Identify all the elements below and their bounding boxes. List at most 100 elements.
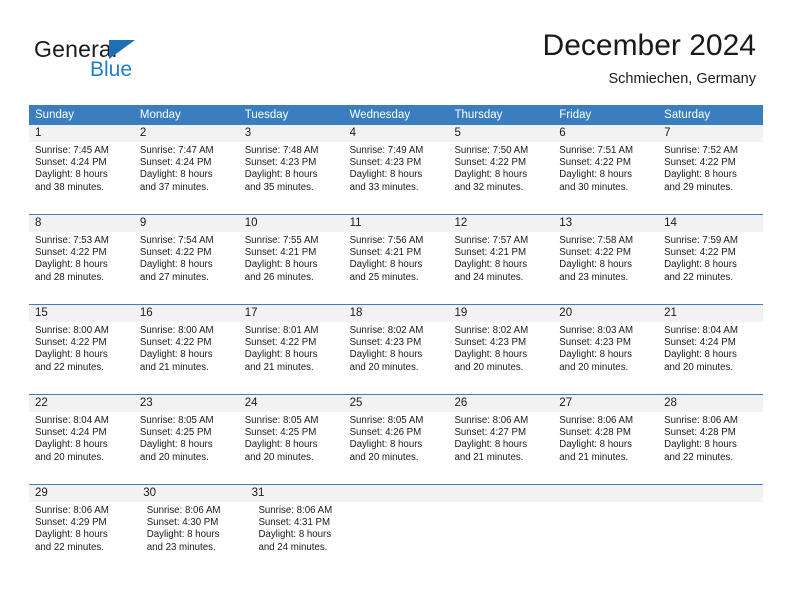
day-sunrise-text: Sunrise: 8:06 AM [559,415,634,426]
day-sunrise-text: Sunrise: 8:05 AM [244,415,319,426]
day-detail-cell[interactable]: Sunrise: 8:03 AM Sunset: 4:23 PM Daylight:… [553,322,658,380]
day-number[interactable]: 29 [29,485,137,502]
day-detail-cell[interactable]: Sunrise: 7:59 AM Sunset: 4:22 PM Daylight:… [658,232,763,290]
day-detail-cell[interactable]: Sunrise: 8:06 AM Sunset: 4:27 PM Daylight:… [448,412,553,470]
day-number[interactable]: 28 [658,395,763,412]
day-detail-cell[interactable]: Sunrise: 8:06 AM Sunset: 4:31 PM Daylight:… [252,502,364,560]
day-number[interactable]: 17 [239,305,344,322]
day-number[interactable]: 19 [448,305,553,322]
day-number[interactable]: 13 [553,215,658,232]
day-number[interactable]: 23 [134,395,239,412]
day-detail-cell[interactable]: Sunrise: 7:52 AM Sunset: 4:22 PM Daylight:… [658,142,763,200]
day-number[interactable]: 6 [553,125,658,142]
day-number[interactable]: 1 [29,125,134,142]
day-detail-cell[interactable]: Sunrise: 8:02 AM Sunset: 4:23 PM Daylight:… [448,322,553,380]
day-detail-cell[interactable]: Sunrise: 8:04 AM Sunset: 4:24 PM Daylight:… [658,322,763,380]
day-number[interactable]: 24 [239,395,344,412]
day-daylight-text: Daylight: 8 hours [258,529,332,541]
day-sunset-text: Sunset: 4:24 PM [664,337,736,349]
day-detail-cell[interactable]: Sunrise: 8:05 AM Sunset: 4:26 PM Daylight:… [344,412,449,470]
day-sunset-text: Sunset: 4:31 PM [258,517,331,529]
day-number-row: 1234567 [29,125,763,142]
day-detail-cell[interactable]: Sunrise: 8:04 AM Sunset: 4:24 PM Daylight:… [29,412,134,470]
day-number[interactable]: 7 [658,125,763,142]
day-sunset-text: Sunset: 4:22 PM [664,247,736,259]
day-sunset-text: Sunset: 4:22 PM [664,157,736,169]
day-daylight-text: and 21 minutes. [454,451,524,463]
day-sunrise-text: Sunrise: 7:57 AM [454,235,529,246]
day-daylight-text: and 20 minutes. [349,361,419,373]
day-daylight-text: and 27 minutes. [139,271,209,283]
day-daylight-text: Daylight: 8 hours [349,259,423,271]
weekday-header-saturday: Saturday [664,109,711,121]
day-daylight-text: and 20 minutes. [559,361,629,373]
day-detail-cell[interactable]: Sunrise: 8:05 AM Sunset: 4:25 PM Daylight:… [134,412,239,470]
day-detail-cell[interactable]: Sunrise: 7:51 AM Sunset: 4:22 PM Daylight:… [553,142,658,200]
day-number[interactable]: 2 [134,125,239,142]
day-number[interactable]: 11 [344,215,449,232]
day-detail-cell[interactable]: Sunrise: 7:47 AM Sunset: 4:24 PM Daylight:… [134,142,239,200]
day-daylight-text: and 28 minutes. [35,271,104,283]
day-number[interactable]: 10 [239,215,344,232]
weekday-header-friday: Friday [559,109,592,121]
day-detail-cell[interactable]: Sunrise: 7:45 AM Sunset: 4:24 PM Daylight:… [29,142,134,200]
day-number[interactable]: 30 [137,485,245,502]
day-daylight-text: and 20 minutes. [35,451,104,463]
day-detail-cell[interactable]: Sunrise: 7:55 AM Sunset: 4:21 PM Daylight:… [239,232,344,290]
day-daylight-text: Daylight: 8 hours [35,169,108,181]
day-number[interactable]: 18 [344,305,449,322]
day-detail-cell[interactable]: Sunrise: 7:48 AM Sunset: 4:23 PM Daylight:… [239,142,344,200]
day-number[interactable]: 16 [134,305,239,322]
day-detail-cell[interactable]: Sunrise: 7:56 AM Sunset: 4:21 PM Daylight:… [344,232,449,290]
day-daylight-text: and 25 minutes. [349,271,419,283]
day-sunset-text: Sunset: 4:25 PM [244,427,317,439]
day-number[interactable]: 5 [448,125,553,142]
day-sunrise-text: Sunrise: 7:48 AM [244,145,319,156]
empty-day-cell [456,485,558,502]
day-sunset-text: Sunset: 4:22 PM [139,337,212,349]
day-sunset-text: Sunset: 4:30 PM [146,517,219,529]
empty-day-cell [661,485,763,502]
day-sunrise-text: Sunrise: 7:49 AM [349,145,424,156]
day-detail-cell[interactable]: Sunrise: 8:06 AM Sunset: 4:28 PM Daylight:… [553,412,658,470]
day-number[interactable]: 26 [448,395,553,412]
day-sunrise-text: Sunrise: 7:54 AM [139,235,214,246]
day-daylight-text: and 30 minutes. [559,181,629,193]
day-number[interactable]: 20 [553,305,658,322]
day-detail-cell[interactable]: Sunrise: 8:05 AM Sunset: 4:25 PM Daylight:… [239,412,344,470]
day-number[interactable]: 8 [29,215,134,232]
day-number[interactable]: 3 [239,125,344,142]
day-number[interactable]: 22 [29,395,134,412]
day-sunrise-text: Sunrise: 8:06 AM [146,505,221,516]
day-detail-cell[interactable]: Sunrise: 7:58 AM Sunset: 4:22 PM Daylight:… [553,232,658,290]
day-number[interactable]: 31 [246,485,354,502]
day-number[interactable]: 27 [553,395,658,412]
day-daylight-text: and 38 minutes. [35,181,104,193]
day-detail-cell[interactable]: Sunrise: 8:00 AM Sunset: 4:22 PM Daylight:… [29,322,134,380]
day-number[interactable]: 9 [134,215,239,232]
day-detail-cell[interactable]: Sunrise: 8:06 AM Sunset: 4:28 PM Daylight:… [658,412,763,470]
day-detail-cell[interactable]: Sunrise: 8:02 AM Sunset: 4:23 PM Daylight:… [344,322,449,380]
day-detail-cell[interactable]: Sunrise: 8:06 AM Sunset: 4:30 PM Daylight:… [141,502,253,560]
day-daylight-text: Daylight: 8 hours [244,439,318,451]
day-detail-cell[interactable]: Sunrise: 7:57 AM Sunset: 4:21 PM Daylight:… [448,232,553,290]
day-number[interactable]: 14 [658,215,763,232]
day-number[interactable]: 21 [658,305,763,322]
day-detail-cell[interactable]: Sunrise: 8:06 AM Sunset: 4:29 PM Daylight:… [29,502,141,560]
day-detail-cell[interactable]: Sunrise: 7:54 AM Sunset: 4:22 PM Daylight:… [134,232,239,290]
day-detail-cell[interactable]: Sunrise: 8:00 AM Sunset: 4:22 PM Daylight:… [134,322,239,380]
day-number[interactable]: 4 [344,125,449,142]
day-detail-cell[interactable]: Sunrise: 7:50 AM Sunset: 4:22 PM Daylight:… [448,142,553,200]
page-subtitle: Schmiechen, Germany [608,71,756,87]
day-detail-cell[interactable]: Sunrise: 7:53 AM Sunset: 4:22 PM Daylight:… [29,232,134,290]
day-detail-cell[interactable]: Sunrise: 8:01 AM Sunset: 4:22 PM Daylight:… [239,322,344,380]
day-detail-row: Sunrise: 8:00 AM Sunset: 4:22 PM Daylight:… [29,322,763,380]
day-sunrise-text: Sunrise: 8:02 AM [349,325,424,336]
day-number[interactable]: 25 [344,395,449,412]
day-daylight-text: Daylight: 8 hours [139,439,213,451]
day-sunrise-text: Sunrise: 8:05 AM [139,415,214,426]
page-header: General Blue December 2024 Schmiechen, G… [0,0,792,100]
day-number[interactable]: 15 [29,305,134,322]
day-detail-cell[interactable]: Sunrise: 7:49 AM Sunset: 4:23 PM Daylight:… [344,142,449,200]
day-number[interactable]: 12 [448,215,553,232]
